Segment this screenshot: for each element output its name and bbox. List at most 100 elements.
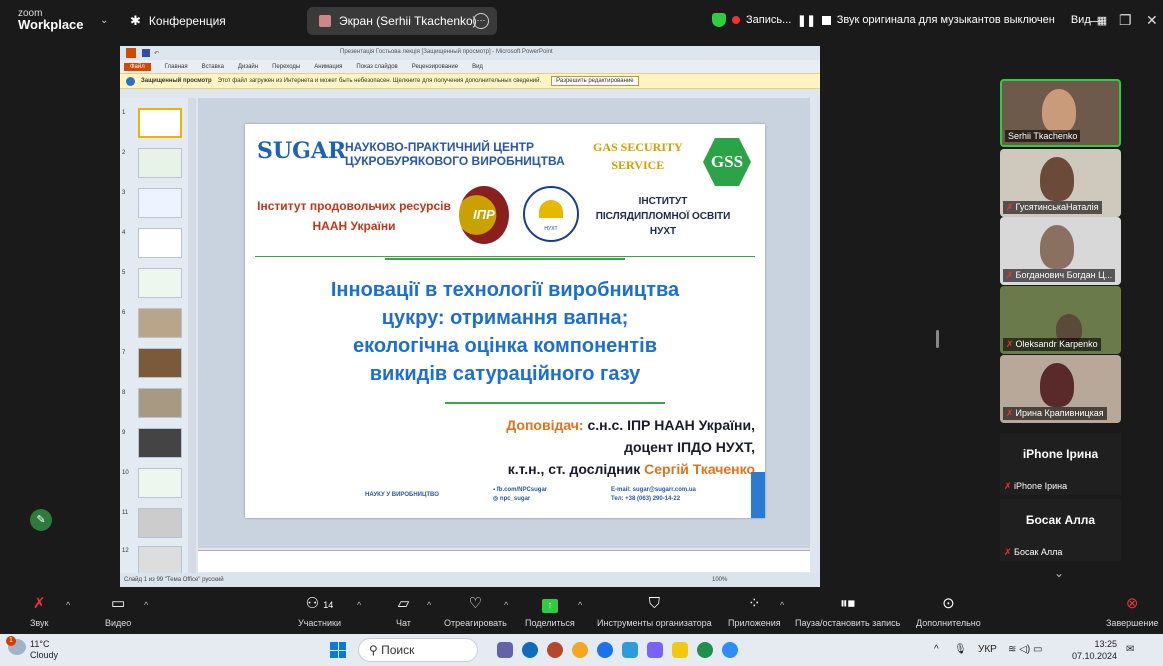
slide-thumbnail[interactable]	[138, 388, 182, 418]
original-sound-status[interactable]: Звук оригинала для музыкантов выключен	[837, 14, 1055, 26]
thumbnails-scrollbar[interactable]	[188, 98, 196, 573]
chevron-up-icon[interactable]: ^	[144, 600, 148, 610]
security-shield-icon[interactable]	[712, 13, 726, 27]
tab-file[interactable]: Файл	[124, 62, 151, 71]
slide-thumbnail[interactable]	[138, 348, 182, 378]
end-meeting-button[interactable]: ⊗ Завершение	[1106, 594, 1158, 628]
mic-muted-icon: ✗	[1006, 339, 1014, 349]
system-clock[interactable]: 13:25 07.10.2024	[1072, 638, 1117, 662]
slide-thumbnail[interactable]	[138, 468, 182, 498]
slide-thumbnail[interactable]	[138, 188, 182, 218]
tab-transitions[interactable]: Переходы	[272, 64, 300, 70]
participant-tile[interactable]: ✗ ГусятинськаНаталія	[1000, 149, 1121, 217]
teams-icon[interactable]	[497, 642, 513, 658]
slide-thumbnail[interactable]	[138, 108, 182, 138]
minimize-icon[interactable]: —	[1089, 12, 1103, 28]
tab-review[interactable]: Рецензирование	[412, 64, 458, 70]
app-icon[interactable]	[622, 642, 638, 658]
network-volume-battery-icon[interactable]: ≋ ◁) ▭	[1008, 644, 1042, 655]
zoom-logo-line2: Workplace	[18, 17, 84, 32]
slide-thumbnail[interactable]	[138, 148, 182, 178]
instagram-link: ◎ npc_sugar	[493, 495, 547, 504]
tab-view[interactable]: Вид	[472, 64, 483, 70]
maximize-icon[interactable]: ❐	[1119, 12, 1132, 29]
screen-share-pill[interactable]: Экран (Serhii Tkachenko) ···	[307, 7, 497, 35]
video-button[interactable]: ▭ Видео	[105, 594, 131, 628]
edge-icon[interactable]	[522, 642, 538, 658]
tab-design[interactable]: Дизайн	[238, 64, 258, 70]
slide-thumbnail[interactable]	[138, 508, 182, 538]
participant-tile[interactable]: iPhone Ірина ✗ iPhone Ірина	[1000, 433, 1121, 495]
app-icon[interactable]	[547, 642, 563, 658]
mic-icon[interactable]: 🎙	[954, 644, 967, 655]
host-tools-button[interactable]: ⛉ Инструменты организатора	[597, 594, 712, 628]
slide-thumbnail[interactable]	[138, 268, 182, 298]
tab-insert[interactable]: Вставка	[202, 64, 224, 70]
participant-tile[interactable]: ✗ Oleksandr Karpenko	[1000, 286, 1121, 354]
tab-animation[interactable]: Анимация	[314, 64, 342, 70]
viber-icon[interactable]	[647, 642, 663, 658]
more-options-icon[interactable]: ···	[473, 13, 489, 29]
chevron-up-icon[interactable]: ^	[427, 600, 431, 610]
apps-button[interactable]: ⁘ Приложения	[728, 594, 781, 628]
org1-line1: НАУКОВО-ПРАКТИЧНИЙ ЦЕНТР	[345, 140, 534, 154]
zoom-level[interactable]: 100%	[712, 577, 727, 583]
search-icon: ⚲	[369, 643, 382, 657]
taskbar-search[interactable]: ⚲ Поиск	[358, 638, 478, 662]
chevron-up-icon[interactable]: ^	[934, 644, 939, 655]
file-explorer-icon[interactable]	[672, 642, 688, 658]
slide-thumbnail[interactable]	[138, 428, 182, 458]
chevron-up-icon[interactable]: ^	[66, 600, 70, 610]
participant-tile[interactable]: Serhii Tkachenko	[1000, 79, 1121, 147]
weather-widget[interactable]: 1 11°C Cloudy	[6, 636, 58, 661]
browser-icon[interactable]	[597, 642, 613, 658]
react-button[interactable]: ♡ Отреагировать	[444, 594, 507, 628]
chevron-up-icon[interactable]: ^	[357, 600, 361, 610]
chevron-down-icon[interactable]: ⌄	[1054, 566, 1064, 580]
protected-view-text[interactable]: Этот файл загружен из Интернета и может …	[218, 78, 541, 84]
slide-thumbnail[interactable]	[138, 308, 182, 338]
chat-button[interactable]: ▱ Чат	[396, 594, 411, 628]
enable-editing-button[interactable]: Разрешить редактирование	[551, 76, 639, 86]
save-icon[interactable]	[142, 49, 150, 57]
chrome-icon[interactable]	[572, 642, 588, 658]
participant-tile[interactable]: ✗ Богданович Богдан Ц...	[1000, 217, 1121, 285]
gss-line1: GAS SECURITY	[593, 140, 683, 154]
participant-tile[interactable]: ✗ Ирина Крапивницкая	[1000, 355, 1121, 423]
chevron-down-icon[interactable]: ⌄	[100, 15, 108, 26]
undo-icon[interactable]: ↶	[154, 50, 159, 57]
tab-slideshow[interactable]: Показ слайдов	[356, 64, 397, 70]
close-icon[interactable]: ✕	[1146, 12, 1158, 29]
slide-thumbnail[interactable]	[138, 228, 182, 258]
annotate-pen-button[interactable]: ✎	[30, 509, 52, 531]
notes-pane[interactable]	[198, 550, 810, 572]
meeting-info-button[interactable]: ✱ Конференция	[130, 13, 226, 29]
tab-home[interactable]: Главная	[165, 64, 188, 70]
app-icon[interactable]	[697, 642, 713, 658]
pause-stop-recording-button[interactable]: ⏸⏹ Пауза/остановить запись	[795, 594, 900, 628]
pause-icon[interactable]: ❚❚	[797, 14, 815, 27]
chevron-up-icon[interactable]: ^	[504, 600, 508, 610]
heart-icon: ♡	[468, 595, 483, 612]
slide-accent-bar	[751, 472, 765, 518]
recording-label[interactable]: Запись...	[746, 14, 791, 26]
participant-tile[interactable]: Босак Алла ✗ Босак Алла	[1000, 499, 1121, 561]
more-button[interactable]: ⊙ Дополнительно	[916, 594, 981, 628]
panel-resize-handle[interactable]	[936, 330, 939, 348]
slide-number: 3	[122, 190, 126, 196]
audio-button[interactable]: ✗ Звук	[30, 594, 48, 628]
notification-icon[interactable]: ✉	[1126, 644, 1134, 655]
speaker-line2: доцент ІПДО НУХТ,	[624, 439, 755, 455]
slide-thumbnail[interactable]	[138, 546, 182, 576]
participants-button[interactable]: ⚇ 14 Участники	[298, 594, 341, 628]
view-menu[interactable]: Вид	[1071, 14, 1091, 26]
chevron-up-icon[interactable]: ^	[578, 600, 582, 610]
input-language[interactable]: УКР	[978, 644, 997, 655]
start-button[interactable]	[330, 642, 346, 658]
chevron-up-icon[interactable]: ^	[780, 600, 784, 610]
share-screen-button[interactable]: ↑ Поделиться	[525, 594, 575, 628]
zoom-icon[interactable]	[722, 642, 738, 658]
meeting-label: Конференция	[148, 14, 226, 28]
recording-status: Запись... ❚❚ Звук оригинала для музыкант…	[712, 13, 1107, 27]
stop-icon[interactable]	[821, 15, 831, 25]
